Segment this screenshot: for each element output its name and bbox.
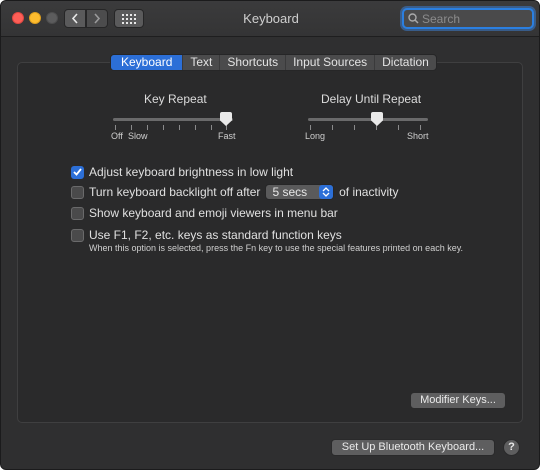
back-button[interactable]: [64, 9, 86, 28]
delay-label-short: Short: [407, 131, 429, 141]
close-window-button[interactable]: [12, 12, 24, 24]
search-field[interactable]: [402, 8, 534, 29]
setup-bluetooth-keyboard-button[interactable]: Set Up Bluetooth Keyboard...: [331, 439, 495, 456]
title-bar: Keyboard: [1, 1, 539, 37]
brightness-label: Adjust keyboard brightness in low light: [89, 165, 294, 179]
viewers-label: Show keyboard and emoji viewers in menu …: [89, 206, 338, 220]
key-repeat-label-slow: Slow: [128, 131, 148, 141]
minimize-window-button[interactable]: [29, 12, 41, 24]
backlight-timeout-popup[interactable]: 5 secs: [265, 184, 335, 200]
tab-keyboard[interactable]: Keyboard: [111, 55, 184, 70]
key-repeat-slider-track[interactable]: [113, 118, 233, 121]
viewers-checkbox[interactable]: [71, 206, 84, 220]
keyboard-preferences-window: Keyboard Keyboard Text Shortcuts Input S…: [0, 0, 540, 470]
brightness-checkbox[interactable]: [71, 165, 84, 179]
key-repeat-label-off: Off: [111, 131, 123, 141]
brightness-option[interactable]: Adjust keyboard brightness in low light: [71, 165, 293, 179]
fn-keys-note: When this option is selected, press the …: [89, 243, 464, 253]
delay-label-long: Long: [305, 131, 326, 141]
tab-bar: Keyboard Text Shortcuts Input Sources Di…: [110, 54, 437, 71]
checkmark-icon: [73, 168, 82, 176]
delay-until-repeat-title: Delay Until Repeat: [321, 92, 422, 106]
tab-text[interactable]: Text: [183, 55, 221, 70]
viewers-option[interactable]: Show keyboard and emoji viewers in menu …: [71, 206, 338, 220]
zoom-window-button[interactable]: [46, 12, 58, 24]
tab-dictation[interactable]: Dictation: [375, 55, 436, 70]
help-button[interactable]: ?: [503, 439, 520, 456]
key-repeat-label-fast: Fast: [218, 131, 236, 141]
delay-slider-track[interactable]: [308, 118, 428, 121]
chevron-left-icon: [71, 13, 78, 24]
fn-keys-label: Use F1, F2, etc. keys as standard functi…: [89, 228, 342, 242]
fn-keys-option[interactable]: Use F1, F2, etc. keys as standard functi…: [71, 228, 342, 242]
forward-button[interactable]: [86, 9, 108, 28]
search-input[interactable]: [422, 11, 522, 26]
show-all-button[interactable]: [114, 9, 144, 28]
key-repeat-title: Key Repeat: [144, 92, 207, 106]
backlight-timeout-value: 5 secs: [272, 185, 308, 199]
fn-keys-checkbox[interactable]: [71, 228, 84, 242]
chevron-right-icon: [94, 13, 101, 24]
backlight-label: Turn keyboard backlight off after: [89, 185, 261, 199]
backlight-option[interactable]: Turn keyboard backlight off after 5 secs…: [71, 184, 398, 200]
search-icon: [408, 13, 419, 24]
popup-arrows-icon: [319, 185, 334, 199]
modifier-keys-button[interactable]: Modifier Keys...: [410, 392, 506, 409]
tab-input-sources[interactable]: Input Sources: [286, 55, 376, 70]
backlight-checkbox[interactable]: [71, 185, 84, 199]
tab-shortcuts[interactable]: Shortcuts: [220, 55, 287, 70]
grid-icon: [122, 13, 136, 24]
backlight-inactivity-label: of inactivity: [339, 185, 399, 199]
